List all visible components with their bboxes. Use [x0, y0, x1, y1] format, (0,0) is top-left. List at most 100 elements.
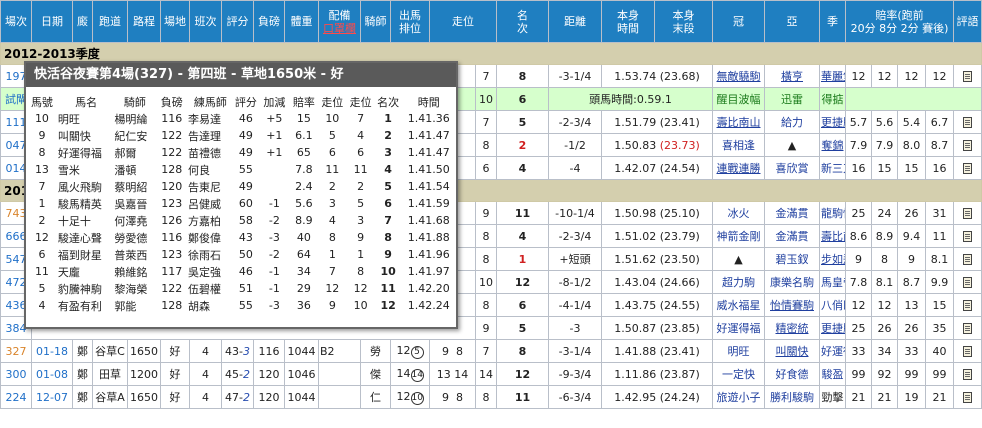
col-class[interactable]: 班次 — [189, 0, 222, 43]
second-horse[interactable]: 叫關快 — [764, 339, 820, 363]
col-jockey[interactable]: 騎師 — [360, 0, 391, 43]
col-track[interactable]: 跑道 — [92, 0, 128, 43]
first-horse[interactable]: 威水福星 — [712, 293, 765, 317]
memo-icon[interactable] — [963, 231, 973, 242]
col-comment[interactable]: 評語 — [953, 0, 982, 43]
popup-horse-name: 叫關快 — [57, 129, 91, 143]
second-horse[interactable]: 勝利駿駒 — [764, 385, 820, 409]
first-horse[interactable]: 超力駒 — [712, 270, 765, 294]
popup-run2: 6 — [357, 146, 365, 159]
first-horse[interactable]: 明旺 — [712, 339, 765, 363]
popup-rating: 46 — [238, 265, 253, 278]
col-rating[interactable]: 評分 — [221, 0, 254, 43]
popup-col-trainer: 練馬師 — [193, 95, 227, 109]
popup-rating: 60 — [238, 197, 253, 210]
second-horse[interactable]: 精密統 — [764, 316, 820, 340]
col-date[interactable]: 日期 — [31, 0, 73, 43]
memo-icon[interactable] — [963, 300, 973, 311]
third-horse[interactable]: 得掂 — [819, 87, 846, 111]
col-third[interactable]: 季 — [819, 0, 846, 43]
col-first[interactable]: 冠 — [712, 0, 765, 43]
col-weight[interactable]: 負磅 — [253, 0, 285, 43]
first-horse[interactable]: 好運得福 — [712, 316, 765, 340]
first-horse[interactable]: 醒目波幅 — [712, 87, 765, 111]
third-horse[interactable]: 新三刀王 — [819, 156, 846, 180]
col-running[interactable]: 走位 — [429, 0, 497, 43]
memo-icon[interactable] — [963, 254, 973, 265]
col-bodyweight[interactable]: 體重 — [284, 0, 319, 43]
second-horse[interactable]: 喜欣賞 — [764, 156, 820, 180]
comment-cell[interactable] — [953, 293, 982, 317]
second-horse[interactable]: 金滿貫 — [764, 201, 820, 225]
second-horse[interactable]: 金滿貫 — [764, 224, 820, 248]
memo-icon[interactable] — [963, 346, 973, 357]
third-horse[interactable]: 八俏匹 — [819, 293, 846, 317]
comment-cell[interactable] — [953, 110, 982, 134]
first-horse[interactable]: 冰火 — [712, 201, 765, 225]
race-id[interactable]: 224 — [0, 385, 32, 409]
first-horse[interactable]: 壽比南山 — [712, 110, 765, 134]
third-horse[interactable]: 好運得福 — [819, 339, 846, 363]
memo-icon[interactable] — [963, 163, 973, 174]
comment-cell[interactable] — [953, 64, 982, 88]
memo-icon[interactable] — [963, 117, 973, 128]
odds-20: 21 — [845, 385, 872, 409]
second-horse[interactable]: 怡情賽駒 — [764, 293, 820, 317]
race-id[interactable]: 300 — [0, 362, 32, 386]
third-horse[interactable]: 馬皇帝 — [819, 270, 846, 294]
memo-icon[interactable] — [963, 208, 973, 219]
race-date[interactable]: 12-07 — [31, 385, 73, 409]
third-horse[interactable]: 龍駒快 — [819, 201, 846, 225]
col-second[interactable]: 亞 — [764, 0, 820, 43]
first-horse[interactable]: 旅遊小子 — [712, 385, 765, 409]
third-horse[interactable]: 更捷勝 — [819, 110, 846, 134]
third-horse[interactable]: 壽比南山 — [819, 224, 846, 248]
jockey[interactable]: 勞 — [360, 339, 391, 363]
comment-cell[interactable] — [953, 156, 982, 180]
third-horse[interactable]: 步如飛 — [819, 247, 846, 271]
gear-link[interactable]: 口罩欄 — [323, 22, 356, 35]
col-going[interactable]: 場地 — [160, 0, 190, 43]
jockey[interactable]: 仁 — [360, 385, 391, 409]
distance: 1650 — [127, 339, 161, 363]
memo-icon[interactable] — [963, 369, 973, 380]
comment-cell[interactable] — [953, 270, 982, 294]
comment-cell[interactable] — [953, 385, 982, 409]
col-race[interactable]: 場次 — [0, 0, 32, 43]
first-horse[interactable]: 神箭金剛 — [712, 224, 765, 248]
comment-cell[interactable] — [953, 316, 982, 340]
comment-cell[interactable] — [953, 224, 982, 248]
third-horse[interactable]: 奪錦 — [819, 133, 846, 157]
col-distance[interactable]: 路程 — [127, 0, 161, 43]
race-id[interactable]: 327 — [0, 339, 32, 363]
memo-icon[interactable] — [963, 277, 973, 288]
comment-cell[interactable] — [953, 133, 982, 157]
first-horse[interactable]: 一定快 — [712, 362, 765, 386]
first-horse[interactable]: 連戰連勝 — [712, 156, 765, 180]
memo-icon[interactable] — [963, 71, 973, 82]
comment-cell[interactable] — [953, 247, 982, 271]
col-margin[interactable]: 距離 — [548, 0, 602, 43]
third-horse[interactable]: 更捷勝 — [819, 316, 846, 340]
second-horse[interactable]: 碧玉釵 — [764, 247, 820, 271]
popup-row: 1 駿馬精英 吳嘉晉 123 呂健威 60 -1 5.6 3 5 6 1.41.59 — [26, 195, 456, 212]
third-horse[interactable]: 駿盈 — [819, 362, 846, 386]
race-date[interactable]: 01-08 — [31, 362, 73, 386]
memo-icon[interactable] — [963, 323, 973, 334]
jockey[interactable]: 傑 — [360, 362, 391, 386]
comment-cell[interactable] — [953, 362, 982, 386]
second-horse[interactable]: 迅雷 — [764, 87, 820, 111]
col-stable[interactable]: 廄 — [72, 0, 93, 43]
memo-icon[interactable] — [963, 392, 973, 403]
second-horse[interactable]: 給力 — [764, 110, 820, 134]
comment-cell[interactable] — [953, 201, 982, 225]
comment-cell[interactable] — [953, 339, 982, 363]
second-horse[interactable]: 好食德 — [764, 362, 820, 386]
first-horse[interactable]: 無敵驍駒 — [712, 64, 765, 88]
second-horse[interactable]: 橫亨 — [764, 64, 820, 88]
second-horse[interactable]: 康樂名駒 — [764, 270, 820, 294]
third-horse[interactable]: 華麗堡 — [819, 64, 846, 88]
memo-icon[interactable] — [963, 140, 973, 151]
race-date[interactable]: 01-18 — [31, 339, 73, 363]
first-horse[interactable]: 喜相逢 — [712, 133, 765, 157]
